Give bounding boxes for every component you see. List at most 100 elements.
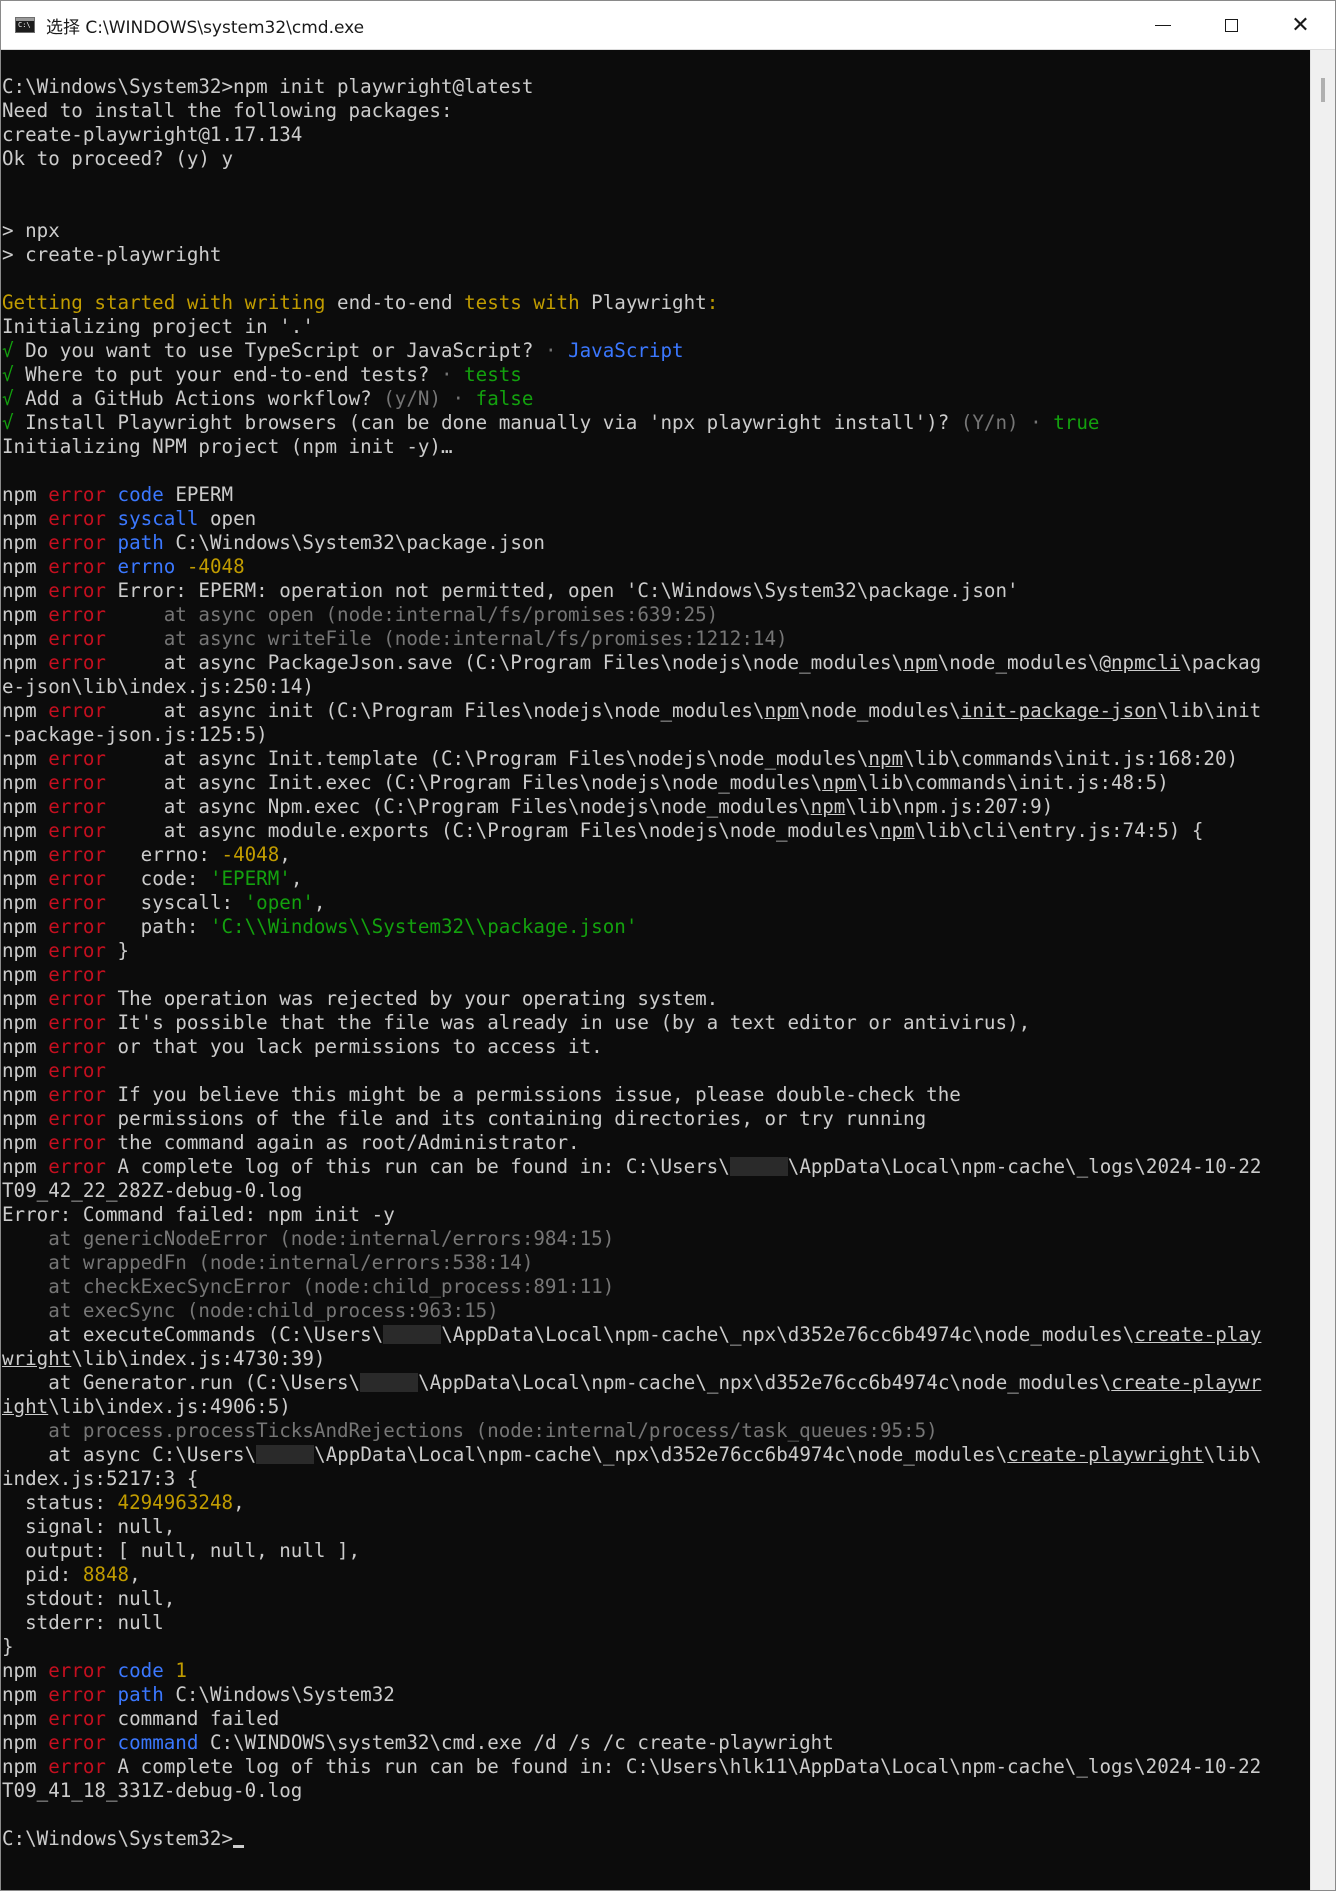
console-segment: \lib\index.js:4730:39) <box>71 1347 326 1370</box>
console-line: √ Where to put your end-to-end tests? · … <box>2 363 1261 387</box>
console-segment: Error: Command failed: npm init -y <box>2 1203 395 1226</box>
console-segment: \AppData\Local\npm-cache\_npx\d352e76cc6… <box>418 1371 1112 1394</box>
console-segment: npm <box>2 507 49 530</box>
console-line: pid: 8848, <box>2 1563 1261 1587</box>
console-line: status: 4294963248, <box>2 1491 1261 1515</box>
console-line: npm error path C:\Windows\System32 <box>2 1683 1261 1707</box>
console-segment: open <box>198 507 257 530</box>
console-segment: npm <box>2 699 49 722</box>
console-line: √ Install Playwright browsers (can be do… <box>2 411 1261 435</box>
console-segment: 1 <box>175 1659 187 1682</box>
console-segment: at async Init.exec (C:\Program Files\nod… <box>105 771 823 794</box>
console-segment: \lib\index.js:4906:5) <box>48 1395 291 1418</box>
console-segment: at process.processTicksAndRejections (no… <box>2 1419 938 1442</box>
console-segment: errno: <box>105 843 222 866</box>
console-segment: , <box>313 891 326 914</box>
console-segment: npm <box>2 1059 49 1082</box>
console-segment: end-to-end <box>337 291 453 314</box>
console-line: output: [ null, null, null ], <box>2 1539 1261 1563</box>
console-line: √ Add a GitHub Actions workflow? (y/N) ·… <box>2 387 1261 411</box>
console-segment: signal: null, <box>2 1515 176 1538</box>
console-line: npm error command failed <box>2 1707 1261 1731</box>
console-segment: -4048 <box>175 555 245 578</box>
console-output[interactable]: C:\Windows\System32>npm init playwright@… <box>1 50 1310 1890</box>
console-segment: npm <box>2 627 49 650</box>
console-segment: create-playwr <box>1111 1371 1262 1394</box>
console-line: npm error path C:\Windows\System32\packa… <box>2 531 1261 555</box>
console-segment: T09_41_18_331Z-debug-0.log <box>2 1779 303 1802</box>
console-segment: error <box>48 1059 106 1082</box>
cmd-icon[interactable] <box>15 17 35 33</box>
console-segment: error <box>48 603 106 626</box>
console-segment: npm <box>2 531 49 554</box>
console-segment: error <box>48 771 106 794</box>
console-segment: npm <box>2 1107 49 1130</box>
redacted-username <box>729 1157 788 1176</box>
console-segment: , <box>233 1491 245 1514</box>
console-segment: at async init (C:\Program Files\nodejs\n… <box>105 699 765 722</box>
console-line: signal: null, <box>2 1515 1261 1539</box>
maximize-button[interactable] <box>1197 1 1266 49</box>
window-controls: ✕ <box>1128 1 1335 49</box>
text-cursor <box>233 1845 245 1848</box>
console-segment: npm <box>2 795 49 818</box>
console-segment: error <box>48 795 106 818</box>
console-line: Initializing NPM project (npm init -y)… <box>2 435 1261 459</box>
console-segment: code <box>117 483 164 506</box>
console-line: npm error code: 'EPERM', <box>2 867 1261 891</box>
console-line: npm error at async module.exports (C:\Pr… <box>2 819 1261 843</box>
console-segment: false <box>475 387 534 410</box>
console-segment: at async Init.template (C:\Program Files… <box>105 747 869 770</box>
console-line: npm error The operation was rejected by … <box>2 987 1261 1011</box>
console-segment: init-package-json <box>960 699 1158 722</box>
console-segment: npm <box>2 579 49 602</box>
console-segment: at execSync (node:child_process:963:15) <box>2 1299 499 1322</box>
console-line: npm error at async Init.exec (C:\Program… <box>2 771 1261 795</box>
console-segment: Need to install the following packages: <box>2 99 453 122</box>
console-segment: error <box>48 987 106 1010</box>
vertical-scrollbar[interactable] <box>1310 50 1335 1890</box>
console-segment: , <box>129 1563 141 1586</box>
console-segment: · <box>440 363 465 386</box>
console-line: npm error Error: EPERM: operation not pe… <box>2 579 1261 603</box>
title-bar[interactable]: 选择 C:\WINDOWS\system32\cmd.exe ✕ <box>1 1 1335 50</box>
minimize-button[interactable] <box>1128 1 1197 49</box>
console-line: npm error command C:\WINDOWS\system32\cm… <box>2 1731 1261 1755</box>
console-segment: , <box>290 867 303 890</box>
console-segment: error <box>48 1731 106 1754</box>
console-segment: C:\Windows\System32> <box>2 1827 234 1850</box>
close-button[interactable]: ✕ <box>1266 1 1335 49</box>
console-segment: npm <box>2 819 49 842</box>
console-segment: npm <box>2 771 49 794</box>
console-segment: \lib\npm.js:207:9) <box>845 795 1054 818</box>
console-segment: error <box>48 699 106 722</box>
console-segment: √ <box>2 411 14 434</box>
console-segment: npm <box>2 939 49 962</box>
console-segment: JavaScript <box>568 339 684 362</box>
console-line: npm error or that you lack permissions t… <box>2 1035 1261 1059</box>
console-segment: npm <box>2 1035 49 1058</box>
console-segment: pid: <box>2 1563 83 1586</box>
console-segment: Do you want to use TypeScript or JavaScr… <box>13 339 545 362</box>
scrollbar-thumb[interactable] <box>1321 78 1325 102</box>
console-segment: \node_modules\ <box>799 699 961 722</box>
console-segment: \lib\cli\entry.js:74:5) { <box>914 819 1204 842</box>
console-segment: stdout: null, <box>2 1587 176 1610</box>
console-segment: npm <box>879 819 915 842</box>
console-segment: error <box>48 1755 106 1778</box>
console-segment: npm <box>868 747 904 770</box>
console-line: T09_42_22_282Z-debug-0.log <box>2 1179 1261 1203</box>
console-line: C:\Windows\System32>npm init playwright@… <box>2 75 1261 99</box>
console-segment: or that you lack permissions to access i… <box>105 1035 603 1058</box>
console-line: at executeCommands (C:\Users\ \AppData\Lo… <box>2 1323 1261 1347</box>
console-line: Ok to proceed? (y) y <box>2 147 1261 171</box>
console-line: npm error If you believe this might be a… <box>2 1083 1261 1107</box>
console-segment: ight <box>2 1395 49 1418</box>
console-line: npm error A complete log of this run can… <box>2 1155 1261 1179</box>
console-segment: npm <box>2 747 49 770</box>
console-segment: A complete log of this run can be found … <box>105 1155 730 1178</box>
console-line: npm error at async writeFile (node:inter… <box>2 627 1261 651</box>
